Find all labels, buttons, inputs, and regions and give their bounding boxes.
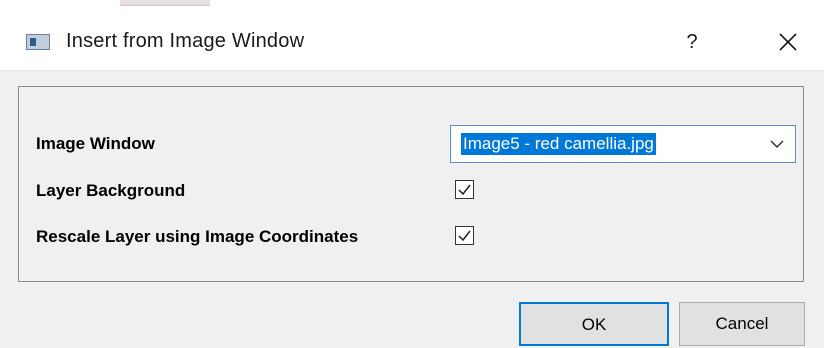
layer-background-checkbox[interactable] [455,180,474,199]
rescale-layer-label: Rescale Layer using Image Coordinates [36,227,359,246]
title-bar: Insert from Image Window ? [0,14,824,71]
help-button[interactable]: ? [672,22,712,62]
checkmark-icon [458,230,471,242]
background-window-strip [0,0,824,14]
layer-background-label: Layer Background [36,181,186,200]
ok-button[interactable]: OK [519,302,669,346]
app-window-icon [26,34,50,50]
image-window-selected-value: Image5 - red camellia.jpg [461,133,656,155]
dialog-title: Insert from Image Window [66,30,305,52]
insert-from-image-window-dialog: Insert from Image Window ? Image Window … [0,0,824,348]
close-icon [779,33,797,51]
cancel-button[interactable]: Cancel [679,302,805,346]
checkmark-icon [458,184,471,196]
close-button[interactable] [768,22,808,62]
image-window-label: Image Window [36,134,155,153]
background-window-sliver [120,0,210,6]
chevron-down-icon [770,140,784,149]
rescale-layer-checkbox[interactable] [455,226,474,245]
image-window-dropdown[interactable]: Image5 - red camellia.jpg [450,125,796,163]
